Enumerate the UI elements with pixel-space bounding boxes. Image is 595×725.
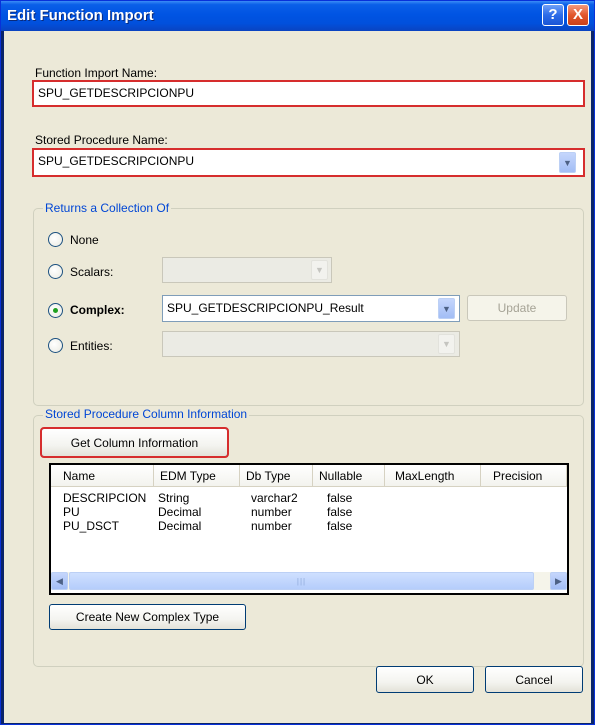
stored-procedure-name-value: SPU_GETDESCRIPCIONPU	[38, 154, 195, 168]
close-icon: X	[572, 6, 583, 23]
scrollbar-thumb[interactable]: |||	[69, 572, 534, 590]
grip-icon: |||	[296, 576, 307, 586]
create-new-complex-type-label: Create New Complex Type	[75, 610, 220, 624]
dialog-window: Edit Function Import ? X Function Import…	[0, 0, 595, 725]
get-column-information-button[interactable]: Get Column Information	[40, 427, 229, 458]
complex-type-dropdown-arrow[interactable]: ▼	[438, 298, 455, 319]
chevron-left-icon: ◀	[56, 575, 63, 586]
window-title: Edit Function Import	[7, 7, 154, 24]
help-button[interactable]: ?	[542, 4, 564, 26]
entities-select[interactable]	[162, 331, 460, 357]
function-import-name-input[interactable]: SPU_GETDESCRIPCIONPU	[32, 80, 585, 107]
table-cell: Decimal	[158, 505, 202, 519]
cancel-button-label: Cancel	[515, 672, 553, 687]
table-cell: false	[327, 505, 353, 519]
chevron-down-icon: ▼	[442, 303, 451, 314]
ok-button[interactable]: OK	[376, 666, 474, 693]
table-cell: Decimal	[158, 519, 202, 533]
returns-collection-legend: Returns a Collection Of	[43, 201, 172, 215]
stored-procedure-name-label: Stored Procedure Name:	[35, 133, 168, 147]
entities-dropdown-arrow[interactable]: ▼	[438, 334, 455, 354]
complex-type-value: SPU_GETDESCRIPCIONPU_Result	[167, 301, 364, 315]
column-header-precision[interactable]: Precision	[481, 465, 567, 486]
entities-radio[interactable]	[48, 338, 63, 353]
stored-procedure-name-select[interactable]: SPU_GETDESCRIPCIONPU	[32, 148, 585, 177]
complex-radio-label: Complex:	[70, 303, 125, 317]
column-info-listview[interactable]: Name EDM Type Db Type Nullable MaxLength…	[49, 463, 569, 595]
none-radio[interactable]	[48, 232, 63, 247]
update-button[interactable]: Update	[467, 295, 567, 321]
column-header-edm-type[interactable]: EDM Type	[154, 465, 240, 486]
close-button[interactable]: X	[567, 4, 589, 26]
scroll-right-button[interactable]: ▶	[550, 572, 567, 590]
create-new-complex-type-button[interactable]: Create New Complex Type	[49, 604, 246, 630]
chevron-right-icon: ▶	[555, 575, 562, 586]
scalars-radio-label: Scalars:	[70, 265, 114, 279]
title-bar[interactable]: Edit Function Import ? X	[1, 1, 594, 31]
table-cell: number	[251, 519, 292, 533]
column-header-maxlength[interactable]: MaxLength	[385, 465, 481, 486]
column-info-legend: Stored Procedure Column Information	[43, 407, 250, 421]
function-import-name-label: Function Import Name:	[35, 66, 158, 80]
column-header-name[interactable]: Name	[51, 465, 154, 486]
listview-header: Name EDM Type Db Type Nullable MaxLength…	[51, 465, 567, 487]
scalars-radio[interactable]	[48, 264, 63, 279]
scalars-select[interactable]	[162, 257, 332, 283]
none-radio-label: None	[70, 233, 99, 247]
complex-radio[interactable]	[48, 303, 63, 318]
function-import-name-value: SPU_GETDESCRIPCIONPU	[38, 86, 195, 100]
entities-radio-label: Entities:	[70, 339, 113, 353]
scalars-dropdown-arrow[interactable]: ▼	[311, 260, 328, 280]
column-header-db-type[interactable]: Db Type	[240, 465, 313, 486]
table-cell: false	[327, 519, 353, 533]
update-button-label: Update	[497, 301, 537, 315]
chevron-down-icon: ▼	[315, 265, 324, 275]
table-cell: String	[158, 491, 190, 505]
table-cell: false	[327, 491, 353, 505]
cancel-button[interactable]: Cancel	[485, 666, 583, 693]
column-header-nullable[interactable]: Nullable	[313, 465, 385, 486]
chevron-down-icon: ▼	[442, 339, 451, 349]
table-cell: number	[251, 505, 292, 519]
chevron-down-icon: ▼	[563, 157, 572, 168]
stored-procedure-dropdown-arrow[interactable]: ▼	[559, 152, 576, 173]
dialog-client: Function Import Name: SPU_GETDESCRIPCION…	[4, 31, 591, 723]
horizontal-scrollbar[interactable]: ◀ ||| ▶	[51, 572, 567, 590]
table-cell: DESCRIPCION	[63, 491, 147, 505]
table-cell: PU_DSCT	[63, 519, 120, 533]
help-icon: ?	[548, 6, 558, 23]
ok-button-label: OK	[416, 672, 434, 687]
complex-type-select[interactable]: SPU_GETDESCRIPCIONPU_Result	[162, 295, 460, 322]
table-cell: varchar2	[251, 491, 298, 505]
table-cell: PU	[63, 505, 80, 519]
get-column-information-label: Get Column Information	[70, 435, 199, 450]
scroll-left-button[interactable]: ◀	[51, 572, 68, 590]
